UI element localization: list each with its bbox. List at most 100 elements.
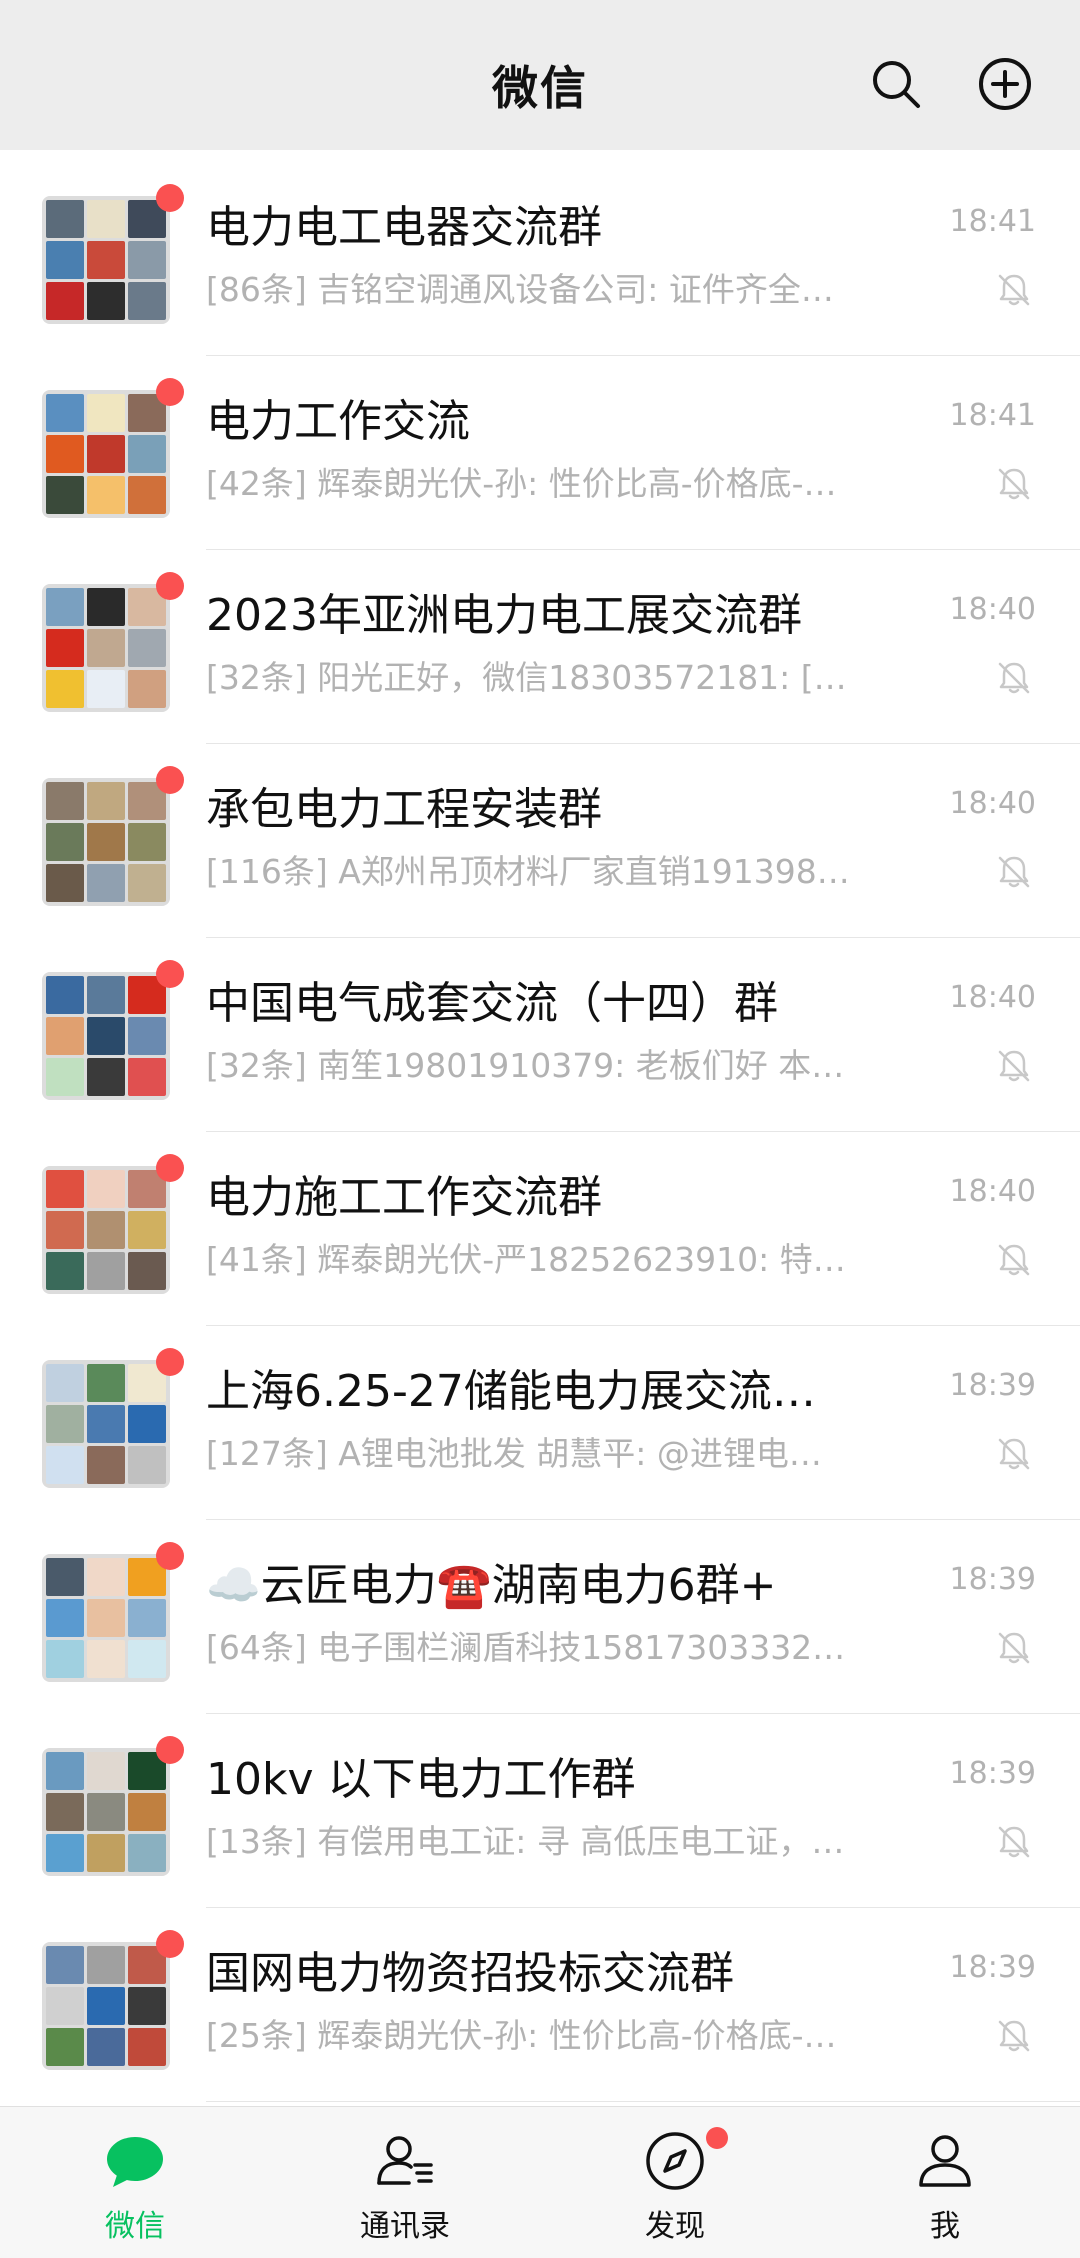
chat-name: 电力工作交流 bbox=[206, 396, 470, 447]
chat-time: 18:39 bbox=[949, 1756, 1036, 1791]
chat-preview: [127条] A锂电池批发 胡慧平: @进锂电… bbox=[206, 1434, 822, 1473]
chat-preview: [64条] 电子围栏澜盾科技15817303332… bbox=[206, 1628, 846, 1667]
avatar-tile bbox=[128, 670, 166, 708]
avatar-tile bbox=[128, 1834, 166, 1872]
chat-row[interactable]: 承包电力工程安装群 [116条] A郑州吊顶材料厂家直销191398… 18:40 bbox=[0, 744, 1080, 938]
avatar-tile bbox=[46, 823, 84, 861]
search-icon[interactable] bbox=[868, 56, 924, 112]
chat-name: 2023年亚洲电力电工展交流群 bbox=[206, 590, 802, 641]
muted-bell-icon bbox=[994, 1628, 1034, 1668]
tab-me[interactable]: 我 bbox=[810, 2107, 1080, 2258]
chat-name: 中国电气成套交流（十四）群 bbox=[206, 978, 778, 1029]
bottom-tab-bar: 微信 通讯录 发现 我 bbox=[0, 2106, 1080, 2258]
avatar-tile bbox=[87, 1640, 125, 1678]
unread-dot bbox=[156, 572, 184, 600]
avatar-tile bbox=[46, 1017, 84, 1055]
chat-row[interactable]: 电力工作交流 [42条] 辉泰朗光伏-孙: 性价比高-价格底-… 18:41 bbox=[0, 356, 1080, 550]
chat-name: 电力电工电器交流群 bbox=[206, 202, 602, 253]
avatar-tile bbox=[46, 588, 84, 626]
chat-preview: [86条] 吉铭空调通风设备公司: 证件齐全… bbox=[206, 270, 834, 309]
tab-label: 微信 bbox=[105, 2209, 165, 2244]
group-avatar bbox=[42, 1748, 170, 1876]
group-avatar bbox=[42, 584, 170, 712]
avatar-tile bbox=[87, 1252, 125, 1290]
group-avatar bbox=[42, 390, 170, 518]
chat-time: 18:40 bbox=[949, 1174, 1036, 1209]
avatar-tile bbox=[87, 1752, 125, 1790]
group-avatar bbox=[42, 1554, 170, 1682]
chat-preview: [42条] 辉泰朗光伏-孙: 性价比高-价格底-… bbox=[206, 464, 837, 503]
avatar-tile bbox=[87, 588, 125, 626]
avatar-tile bbox=[128, 1793, 166, 1831]
add-circle-icon[interactable] bbox=[977, 56, 1033, 112]
unread-dot bbox=[156, 960, 184, 988]
chat-time: 18:39 bbox=[949, 1562, 1036, 1597]
avatar-tile bbox=[87, 1170, 125, 1208]
avatar-tile bbox=[128, 823, 166, 861]
avatar-tile bbox=[128, 2028, 166, 2066]
chat-row[interactable]: 国网电力物资招投标交流群 [25条] 辉泰朗光伏-孙: 性价比高-价格底-… 18:… bbox=[0, 1908, 1080, 2102]
avatar-tile bbox=[128, 1599, 166, 1637]
chat-row[interactable]: 上海6.25-27储能电力展交流… [127条] A锂电池批发 胡慧平: @进锂电… bbox=[0, 1326, 1080, 1520]
tab-contacts[interactable]: 通讯录 bbox=[270, 2107, 540, 2258]
chat-row[interactable]: ☁️云匠电力☎️湖南电力6群+ [64条] 电子围栏澜盾科技15817303332… bbox=[0, 1520, 1080, 1714]
muted-bell-icon bbox=[994, 2016, 1034, 2056]
avatar-tile bbox=[128, 1405, 166, 1443]
chat-preview: [25条] 辉泰朗光伏-孙: 性价比高-价格底-… bbox=[206, 2016, 837, 2055]
avatar-tile bbox=[87, 2028, 125, 2066]
avatar-tile bbox=[128, 1987, 166, 2025]
chat-row[interactable]: 中国电气成套交流（十四）群 [32条] 南笙19801910379: 老板们好 本… bbox=[0, 938, 1080, 1132]
unread-dot bbox=[156, 1348, 184, 1376]
avatar-tile bbox=[87, 1405, 125, 1443]
avatar-tile bbox=[87, 782, 125, 820]
avatar-tile bbox=[128, 1211, 166, 1249]
avatar-tile bbox=[46, 1640, 84, 1678]
chat-row[interactable]: 2023年亚洲电力电工展交流群 [32条] 阳光正好，微信18303572181:… bbox=[0, 550, 1080, 744]
avatar-tile bbox=[46, 1946, 84, 1984]
chat-preview: [32条] 南笙19801910379: 老板们好 本公… bbox=[206, 1046, 858, 1085]
tab-label: 通讯录 bbox=[360, 2209, 450, 2244]
chat-time: 18:40 bbox=[949, 786, 1036, 821]
avatar-tile bbox=[128, 435, 166, 473]
unread-dot bbox=[156, 1930, 184, 1958]
avatar-tile bbox=[128, 864, 166, 902]
group-avatar bbox=[42, 1360, 170, 1488]
avatar-tile bbox=[87, 1599, 125, 1637]
compass-icon bbox=[643, 2129, 707, 2193]
unread-dot bbox=[156, 184, 184, 212]
tab-discover[interactable]: 发现 bbox=[540, 2107, 810, 2258]
top-header: 微信 bbox=[0, 0, 1080, 150]
avatar-tile bbox=[46, 864, 84, 902]
avatar-tile bbox=[46, 1599, 84, 1637]
avatar-tile bbox=[46, 670, 84, 708]
muted-bell-icon bbox=[994, 464, 1034, 504]
avatar-tile bbox=[46, 2028, 84, 2066]
avatar-tile bbox=[46, 241, 84, 279]
person-icon bbox=[913, 2129, 977, 2193]
avatar-tile bbox=[46, 1793, 84, 1831]
chat-time: 18:40 bbox=[949, 592, 1036, 627]
chat-name: 10kv 以下电力工作群 bbox=[206, 1754, 636, 1805]
avatar-tile bbox=[87, 200, 125, 238]
avatar-tile bbox=[46, 200, 84, 238]
avatar-tile bbox=[46, 1446, 84, 1484]
avatar-tile bbox=[46, 476, 84, 514]
chat-time: 18:39 bbox=[949, 1950, 1036, 1985]
avatar-tile bbox=[87, 1446, 125, 1484]
avatar-tile bbox=[87, 1946, 125, 1984]
chat-name: 国网电力物资招投标交流群 bbox=[206, 1948, 734, 1999]
chat-row[interactable]: 电力电工电器交流群 [86条] 吉铭空调通风设备公司: 证件齐全… 18:41 bbox=[0, 162, 1080, 356]
avatar-tile bbox=[87, 670, 125, 708]
chat-row[interactable]: 10kv 以下电力工作群 [13条] 有偿用电工证: 寻 高低压电工证，… 18:3… bbox=[0, 1714, 1080, 1908]
wechat-app: 微信 电力电工电器交流群 [86条] 吉铭空调通风设备公司: 证件齐全… 18:41… bbox=[0, 0, 1080, 2258]
tab-chats[interactable]: 微信 bbox=[0, 2107, 270, 2258]
chat-bubble-icon bbox=[103, 2129, 167, 2193]
muted-bell-icon bbox=[994, 1240, 1034, 1280]
avatar-tile bbox=[87, 241, 125, 279]
avatar-tile bbox=[46, 282, 84, 320]
chat-row[interactable]: 电力施工工作交流群 [41条] 辉泰朗光伏-严18252623910: 特… 18:… bbox=[0, 1132, 1080, 1326]
avatar-tile bbox=[87, 976, 125, 1014]
avatar-tile bbox=[87, 476, 125, 514]
group-avatar bbox=[42, 972, 170, 1100]
chat-time: 18:41 bbox=[949, 204, 1036, 239]
